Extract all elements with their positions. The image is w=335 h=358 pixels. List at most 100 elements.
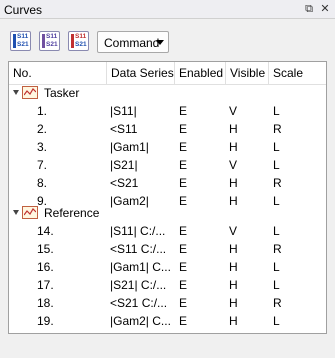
- icon-bottom-label: S21: [75, 40, 87, 48]
- cell-enabled: E: [179, 158, 188, 172]
- table-row[interactable]: 8. <S21 E H R: [9, 174, 326, 192]
- bar-icon: [71, 34, 74, 48]
- table-row[interactable]: 14. |S11| C:/... E V L: [9, 222, 326, 240]
- cell-no: 7.: [37, 158, 48, 172]
- column-header-series[interactable]: Data Series: [107, 62, 175, 84]
- group-label: Reference: [44, 206, 100, 220]
- cell-enabled: E: [179, 278, 188, 292]
- command-label: Command: [104, 36, 160, 50]
- s11-s21-dual-icon[interactable]: S11 S21: [68, 31, 89, 51]
- cell-series: |Gam2| C...: [110, 314, 171, 328]
- cell-visible: H: [229, 314, 238, 328]
- icon-top-label: S11: [46, 33, 58, 40]
- icon-bottom-label: S21: [46, 40, 58, 48]
- cell-visible: V: [229, 158, 238, 172]
- cell-series: <S21: [110, 176, 139, 190]
- column-header-no[interactable]: No.: [9, 62, 107, 84]
- cell-enabled: E: [179, 314, 188, 328]
- cell-visible: V: [229, 104, 238, 118]
- cell-no: 2.: [37, 122, 48, 136]
- chevron-down-icon[interactable]: [13, 90, 19, 95]
- toolbar: S11 S21 S11 S21 S11 S21 Command: [0, 19, 335, 61]
- cell-series: <S11: [110, 122, 138, 136]
- cell-visible: H: [229, 296, 238, 310]
- column-header-scale[interactable]: Scale: [269, 62, 326, 84]
- cell-visible: H: [229, 260, 238, 274]
- table-row[interactable]: 2. <S11 E H R: [9, 120, 326, 138]
- chart-icon: [22, 206, 38, 219]
- chart-icon: [22, 86, 38, 99]
- cell-no: 17.: [37, 278, 54, 292]
- column-header-visible[interactable]: Visible: [226, 62, 269, 84]
- cell-series: <S21 C:/...: [110, 296, 168, 310]
- bar-icon: [13, 34, 16, 48]
- s11-s21-icon[interactable]: S11 S21: [10, 31, 31, 51]
- column-header-enabled[interactable]: Enabled: [175, 62, 226, 84]
- cell-enabled: E: [179, 224, 188, 238]
- group-row-tasker[interactable]: Tasker: [9, 84, 326, 102]
- cell-no: 15.: [37, 242, 54, 256]
- cell-scale: L: [273, 158, 280, 172]
- cell-series: |S21|: [110, 158, 138, 172]
- cell-series: |Gam1| C...: [110, 260, 171, 274]
- cell-enabled: E: [179, 122, 188, 136]
- group-label: Tasker: [44, 86, 80, 100]
- cell-series: <S11 C:/...: [110, 242, 167, 256]
- cell-no: 18.: [37, 296, 54, 310]
- group-row-reference[interactable]: Reference: [9, 204, 326, 222]
- cell-enabled: E: [179, 176, 188, 190]
- icon-top-label: S11: [17, 33, 29, 40]
- cell-scale: L: [273, 104, 280, 118]
- cell-visible: V: [229, 224, 238, 238]
- cell-visible: H: [229, 278, 238, 292]
- cell-scale: R: [273, 122, 282, 136]
- table-header: No. Data Series Enabled Visible Scale: [9, 62, 326, 85]
- command-dropdown[interactable]: Command: [97, 31, 169, 53]
- cell-series: |S11| C:/...: [110, 224, 166, 238]
- chevron-down-icon: [156, 40, 164, 45]
- cell-no: 14.: [37, 224, 54, 238]
- cell-series: |S11|: [110, 104, 137, 118]
- cell-visible: H: [229, 176, 238, 190]
- table-row[interactable]: 16. |Gam1| C... E H L: [9, 258, 326, 276]
- table-row[interactable]: 7. |S21| E V L: [9, 156, 326, 174]
- cell-enabled: E: [179, 140, 188, 154]
- cell-no: 19.: [37, 314, 54, 328]
- window-title: Curves: [4, 3, 43, 17]
- table-row[interactable]: 19. |Gam2| C... E H L: [9, 312, 326, 330]
- icon-top-label: S11: [75, 33, 87, 40]
- cell-scale: R: [273, 296, 282, 310]
- cell-scale: L: [273, 278, 280, 292]
- cell-visible: H: [229, 140, 238, 154]
- icon-bottom-label: S21: [17, 40, 29, 48]
- close-icon[interactable]: ✕: [318, 2, 332, 16]
- table-row[interactable]: 17. |S21| C:/... E H L: [9, 276, 326, 294]
- cell-enabled: E: [179, 260, 188, 274]
- cell-visible: H: [229, 242, 238, 256]
- cell-no: 8.: [37, 176, 48, 190]
- cell-visible: H: [229, 122, 238, 136]
- cell-scale: L: [273, 140, 280, 154]
- cell-series: |S21| C:/...: [110, 278, 167, 292]
- cell-no: 16.: [37, 260, 54, 274]
- cell-scale: R: [273, 242, 282, 256]
- cell-scale: R: [273, 176, 282, 190]
- chevron-down-icon[interactable]: [13, 210, 19, 215]
- cell-scale: L: [273, 224, 280, 238]
- cell-enabled: E: [179, 242, 188, 256]
- s11-s21-overlay-icon[interactable]: S11 S21: [39, 31, 60, 51]
- cell-scale: L: [273, 260, 280, 274]
- cell-enabled: E: [179, 104, 188, 118]
- table-row[interactable]: 3. |Gam1| E H L: [9, 138, 326, 156]
- cell-no: 1.: [37, 104, 48, 118]
- table-row[interactable]: 15. <S11 C:/... E H R: [9, 240, 326, 258]
- bar-icon: [42, 34, 45, 48]
- title-bar: Curves ⧉ ✕: [0, 0, 335, 19]
- cell-no: 3.: [37, 140, 48, 154]
- table-row[interactable]: 18. <S21 C:/... E H R: [9, 294, 326, 312]
- cell-series: |Gam1|: [110, 140, 149, 154]
- restore-icon[interactable]: ⧉: [302, 2, 316, 16]
- table-row[interactable]: 1. |S11| E V L: [9, 102, 326, 120]
- cell-enabled: E: [179, 296, 188, 310]
- cell-scale: L: [273, 314, 280, 328]
